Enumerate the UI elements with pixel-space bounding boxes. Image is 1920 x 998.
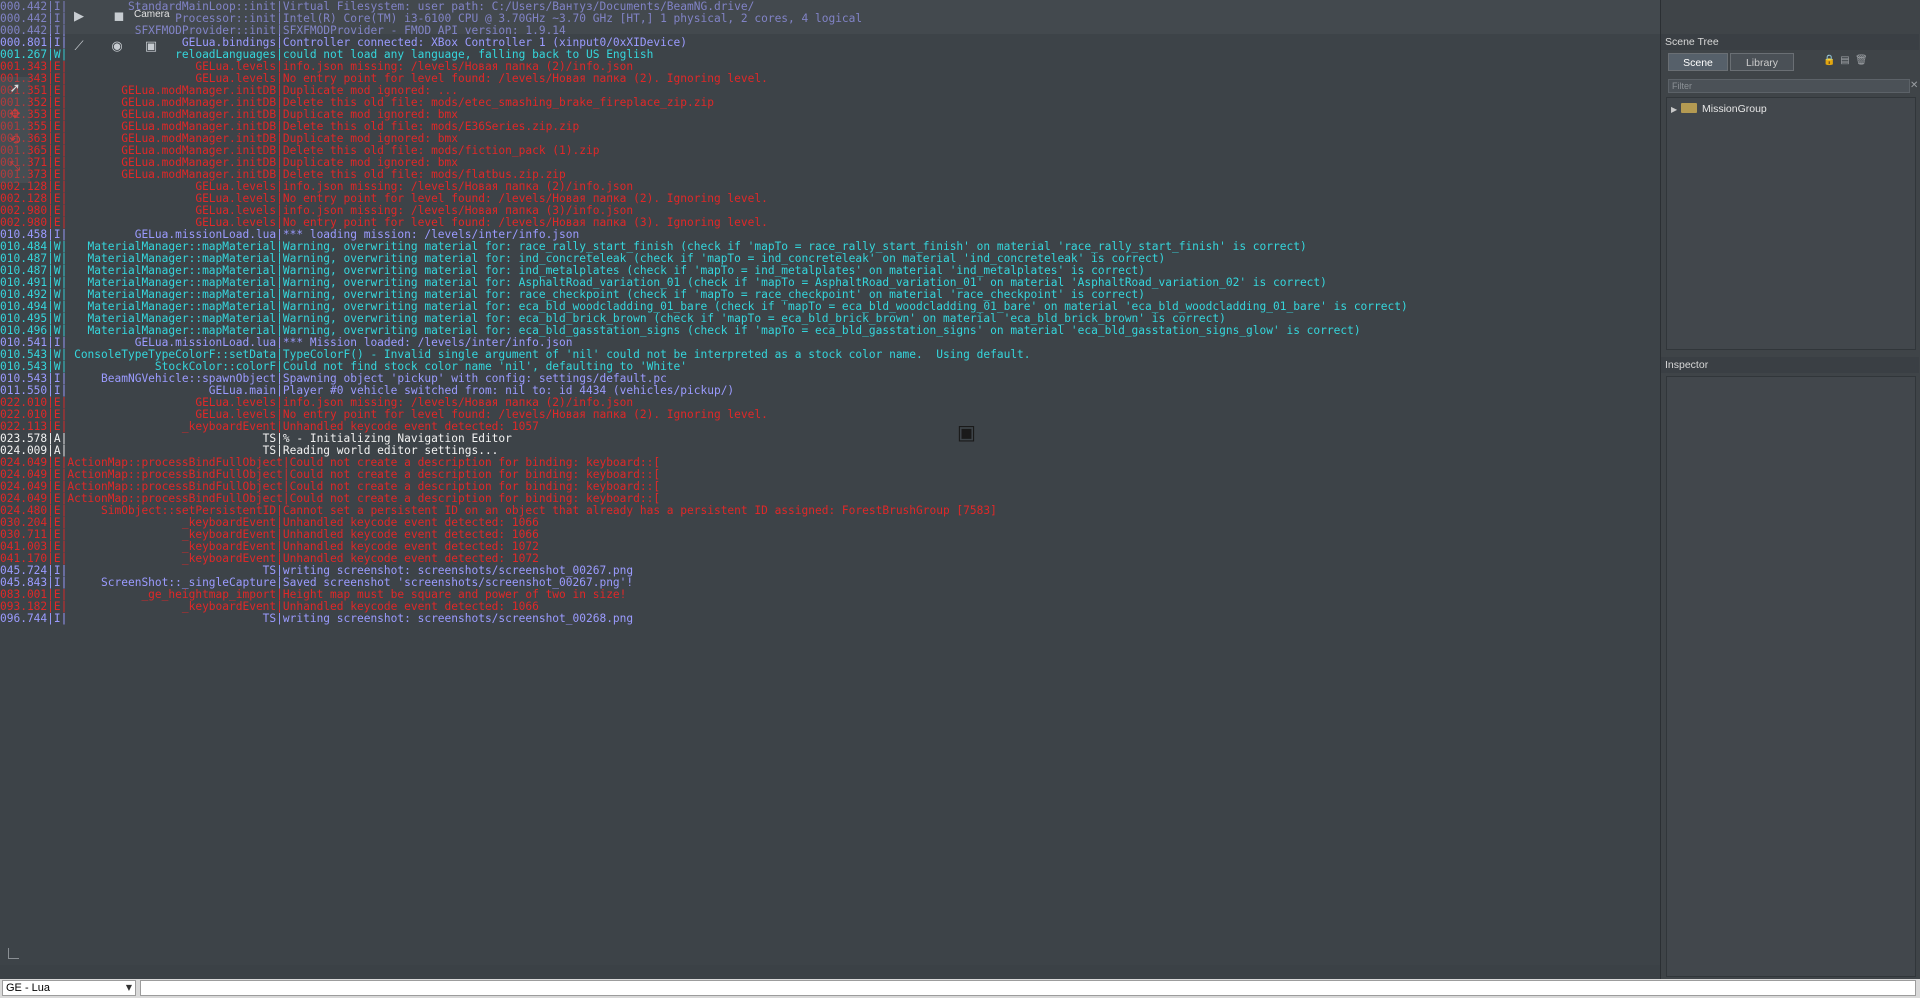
command-input[interactable]	[140, 980, 1916, 996]
trash-icon[interactable]: 🗑	[1855, 55, 1868, 67]
play-icon[interactable]: ▶	[70, 8, 88, 26]
console-log-area: 000.442|I| StandardMainLoop::init|Virtua…	[0, 0, 1660, 965]
window-icon[interactable]: ▤	[1839, 55, 1851, 67]
camera-icon[interactable]: ◼	[110, 8, 128, 26]
tab-scene[interactable]: Scene	[1668, 53, 1728, 71]
editor-toolbar: ▶ ◼ Camera	[0, 0, 1660, 34]
scene-filter-input[interactable]: Filter	[1668, 79, 1910, 93]
log-line: 096.744|I| TS|writing screenshot: screen…	[0, 612, 634, 625]
scene-tree: ▶ MissionGroup	[1666, 97, 1916, 350]
expand-arrow-icon[interactable]: ▶	[1671, 103, 1681, 117]
language-select[interactable]: GE - Lua ▼	[2, 980, 136, 996]
lock-icon[interactable]: 🔒	[1823, 55, 1835, 67]
left-tool-palette: ➚ ✥ ⟲ ⤡	[0, 77, 30, 183]
language-select-value: GE - Lua	[6, 982, 51, 994]
tree-item-missiongroup[interactable]: ▶ MissionGroup	[1671, 102, 1767, 116]
chevron-down-icon: ▼	[125, 983, 132, 992]
folder-icon	[1681, 103, 1697, 113]
scale-icon[interactable]: ⤡	[6, 159, 24, 175]
translate-icon[interactable]: ✥	[6, 107, 24, 123]
console-input-bar: GE - Lua ▼	[0, 979, 1920, 998]
resize-handle[interactable]	[8, 948, 19, 959]
move-icon[interactable]: ⟋	[70, 38, 88, 56]
inspector-panel	[1666, 376, 1916, 977]
right-side-panel: Scene Tree Scene Library 🔒 ▤ 🗑 Filter ✕ …	[1660, 0, 1920, 979]
vehicle-marker-icon: ▣	[957, 420, 976, 444]
cube-icon[interactable]: ▣	[142, 38, 160, 56]
sphere-icon[interactable]: ◉	[108, 38, 126, 56]
console-log: 000.442|I| StandardMainLoop::init|Virtua…	[0, 0, 1660, 625]
camera-label[interactable]: Camera	[134, 9, 170, 20]
tree-item-label: MissionGroup	[1702, 103, 1767, 115]
clear-filter-icon[interactable]: ✕	[1910, 79, 1920, 93]
inspector-title: Inspector	[1661, 357, 1919, 373]
rotate-icon[interactable]: ⟲	[6, 133, 24, 149]
select-arrow-icon[interactable]: ➚	[6, 81, 24, 97]
scene-tree-title: Scene Tree	[1661, 34, 1919, 50]
tab-library[interactable]: Library	[1730, 53, 1794, 71]
